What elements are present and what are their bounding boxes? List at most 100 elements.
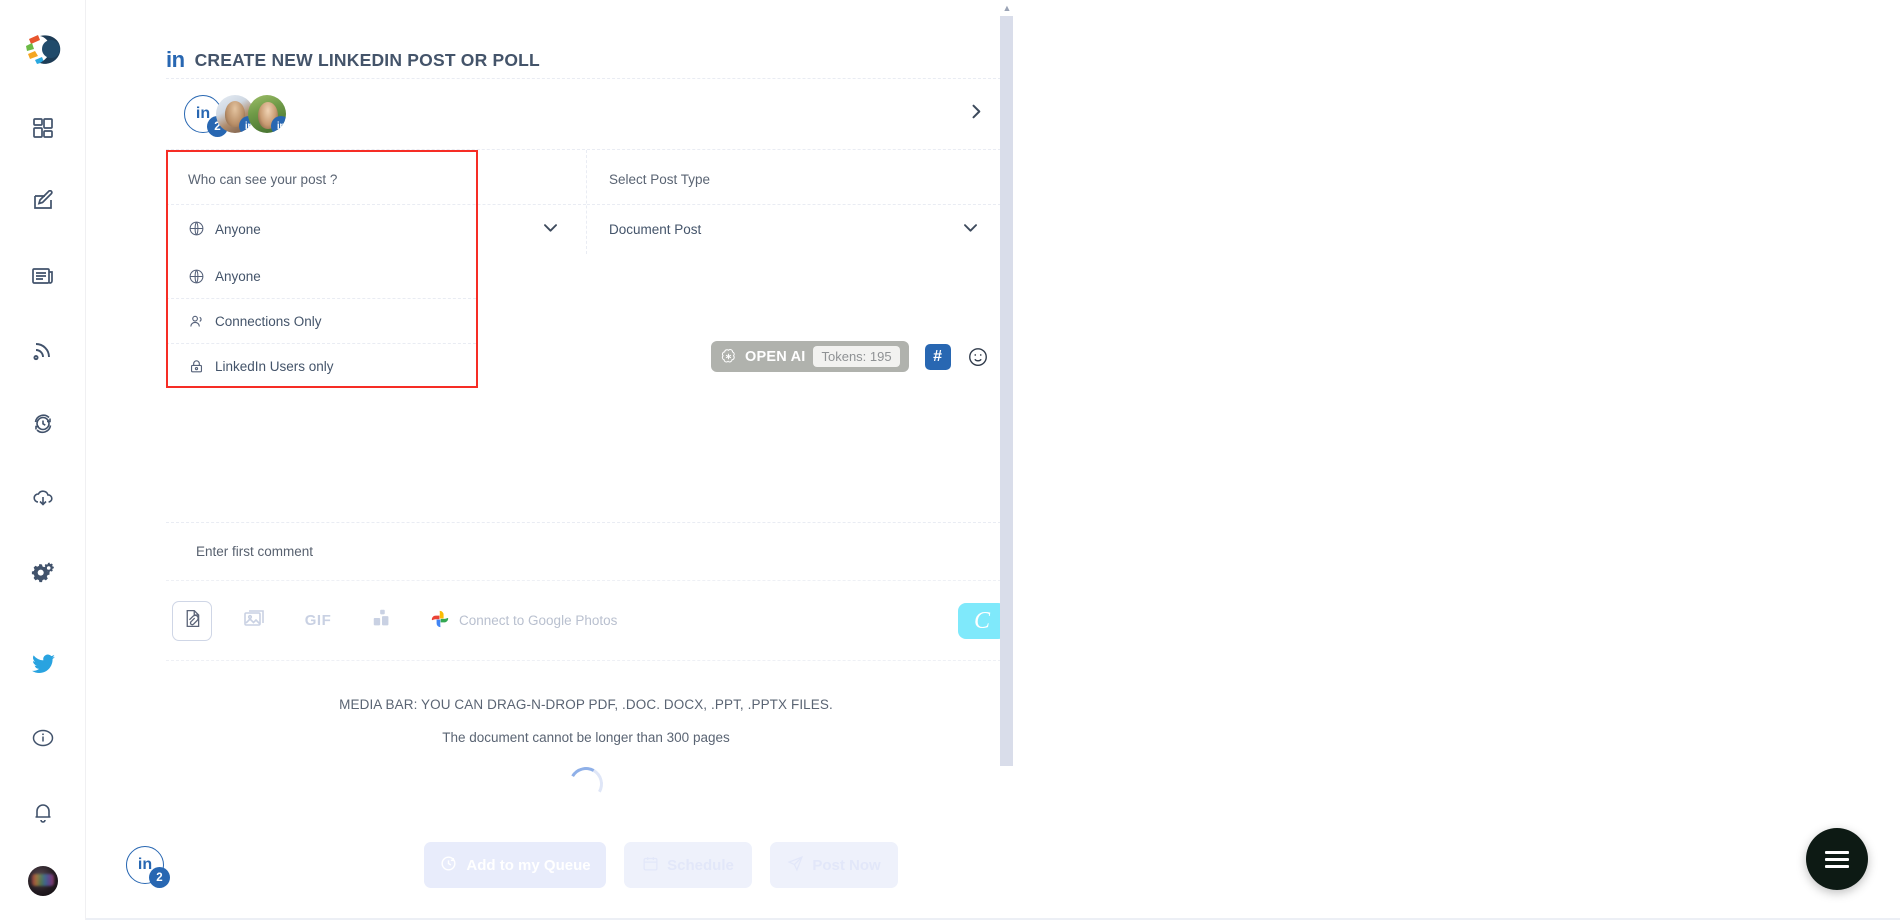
visibility-label: Who can see your post ?: [188, 172, 338, 187]
sidebar-item-dashboard[interactable]: [23, 108, 63, 148]
chevron-down-icon[interactable]: [961, 218, 980, 242]
add-gif-button[interactable]: GIF: [296, 601, 340, 641]
sidebar-item-notifications[interactable]: [23, 792, 63, 832]
chevron-right-icon[interactable]: [966, 102, 986, 127]
post-now-button[interactable]: Post Now: [770, 842, 898, 888]
image-icon: [242, 606, 266, 635]
account-avatars: in 2 in in: [184, 95, 286, 137]
bottom-account-avatar[interactable]: in 2: [126, 846, 170, 888]
spinner-icon: [565, 763, 607, 805]
dropzone-secondary-text: The document cannot be longer than 300 p…: [442, 730, 730, 745]
page-title: CREATE NEW LINKEDIN POST OR POLL: [194, 49, 540, 70]
connect-google-photos-label: Connect to Google Photos: [459, 613, 618, 628]
main-panel: in CREATE NEW LINKEDIN POST OR POLL in 2…: [86, 0, 1006, 920]
visibility-option-linkedin-users-only[interactable]: LinkedIn Users only: [166, 344, 476, 389]
twitter-bird-icon: [31, 652, 56, 677]
bell-icon: [31, 800, 55, 824]
add-to-queue-button[interactable]: Add to my Queue: [424, 842, 606, 888]
hamburger-menu-icon: [1825, 850, 1849, 868]
post-options-row: Who can see your post ? Anyone Anyone Co…: [166, 150, 1006, 389]
app-logo[interactable]: [20, 26, 66, 72]
sidebar-item-downloads[interactable]: [23, 478, 63, 518]
ai-toolbar: OPEN AI Tokens: 195 #: [711, 341, 989, 372]
globe-icon: [188, 268, 205, 285]
bottom-action-bar: in 2 Add to my Queue Schedule Post Now: [86, 810, 1006, 920]
google-photos-icon: [430, 609, 450, 632]
brand-assistant-button[interactable]: C: [958, 602, 1006, 639]
send-icon: [787, 855, 804, 876]
people-icon: [188, 313, 205, 330]
sidebar-item-twitter[interactable]: [23, 644, 63, 684]
visibility-option-label: Connections Only: [215, 313, 322, 329]
linkedin-mark-icon: in: [166, 47, 185, 72]
sidebar-item-compose[interactable]: [23, 182, 63, 222]
attach-document-button[interactable]: [172, 600, 212, 641]
smiley-icon[interactable]: [967, 346, 989, 368]
sidebar-item-history[interactable]: [23, 404, 63, 444]
post-type-selected-label: Document Post: [609, 222, 702, 237]
add-to-queue-label: Add to my Queue: [466, 856, 591, 874]
add-poll-button[interactable]: [362, 601, 402, 641]
post-type-label: Select Post Type: [609, 172, 711, 187]
brand-logo-icon: C: [973, 607, 990, 634]
visibility-option-anyone[interactable]: Anyone: [166, 254, 476, 299]
scroll-up-arrow[interactable]: ▲: [1001, 3, 1013, 13]
visibility-select[interactable]: Anyone: [166, 204, 586, 254]
pencil-square-icon: [31, 190, 55, 214]
linkedin-badge-icon: in: [271, 116, 286, 133]
post-type-select[interactable]: Document Post: [587, 204, 1006, 254]
chevron-down-icon[interactable]: [541, 218, 560, 242]
visibility-option-connections-only[interactable]: Connections Only: [166, 299, 476, 344]
calendar-icon: [642, 855, 659, 876]
lock-icon: [188, 358, 205, 375]
floating-menu-button[interactable]: [1806, 828, 1868, 890]
visibility-option-label: Anyone: [215, 268, 261, 284]
visibility-dropdown-menu: Anyone Connections Only LinkedIn Users o…: [166, 254, 476, 389]
action-buttons: Add to my Queue Schedule Post Now: [424, 842, 898, 888]
add-image-button[interactable]: [234, 601, 274, 641]
poll-chart-icon: [371, 607, 393, 634]
schedule-label: Schedule: [667, 856, 734, 874]
dropzone-primary-text: MEDIA BAR: YOU CAN DRAG-N-DROP PDF, .DOC…: [339, 697, 833, 712]
first-comment-input[interactable]: Enter first comment: [166, 544, 313, 559]
media-toolbar: GIF Connect to Google Photos C: [166, 580, 1006, 660]
visibility-column: Who can see your post ? Anyone Anyone Co…: [166, 150, 586, 389]
token-counter: Tokens: 195: [813, 346, 900, 367]
sidebar-item-content[interactable]: [23, 256, 63, 296]
clock-refresh-icon: [31, 412, 55, 436]
left-sidebar: [0, 0, 86, 920]
schedule-button[interactable]: Schedule: [624, 842, 752, 888]
content-scrollbar-thumb[interactable]: [1000, 16, 1013, 766]
visibility-option-label: LinkedIn Users only: [215, 359, 334, 374]
post-type-column: Select Post Type Document Post: [586, 150, 1006, 254]
queue-refresh-icon: [439, 854, 458, 877]
account-avatar[interactable]: in: [248, 95, 286, 133]
app-root: in CREATE NEW LINKEDIN POST OR POLL in 2…: [0, 0, 1900, 920]
openai-button[interactable]: OPEN AI Tokens: 195: [711, 341, 909, 372]
newspaper-icon: [31, 264, 55, 288]
sidebar-item-feeds[interactable]: [23, 330, 63, 370]
page-header: in CREATE NEW LINKEDIN POST OR POLL: [126, 0, 966, 78]
gears-icon: [30, 559, 56, 585]
info-circle-icon: [31, 726, 55, 750]
rss-icon: [31, 338, 55, 362]
visibility-selected-label: Anyone: [215, 222, 261, 237]
sidebar-nav: [23, 108, 63, 592]
globe-icon: [188, 220, 205, 240]
grid-icon: [31, 116, 55, 140]
gif-icon: GIF: [304, 612, 332, 629]
first-comment-row[interactable]: Enter first comment: [166, 522, 1006, 580]
sidebar-bottom-nav: [0, 644, 86, 896]
openai-logo-icon: [720, 348, 737, 365]
post-now-label: Post Now: [812, 856, 881, 874]
sidebar-item-profile[interactable]: [28, 866, 58, 896]
sidebar-item-settings[interactable]: [23, 552, 63, 592]
openai-label: OPEN AI: [745, 348, 806, 365]
cloud-download-icon: [31, 486, 55, 510]
hashtag-button[interactable]: #: [924, 343, 951, 370]
media-dropzone[interactable]: MEDIA BAR: YOU CAN DRAG-N-DROP PDF, .DOC…: [166, 660, 1006, 805]
connect-google-photos-button[interactable]: Connect to Google Photos: [430, 609, 617, 632]
account-selector-strip: in 2 in in: [166, 78, 1006, 150]
sidebar-item-info[interactable]: [23, 718, 63, 758]
account-count-badge: 2: [149, 867, 170, 888]
